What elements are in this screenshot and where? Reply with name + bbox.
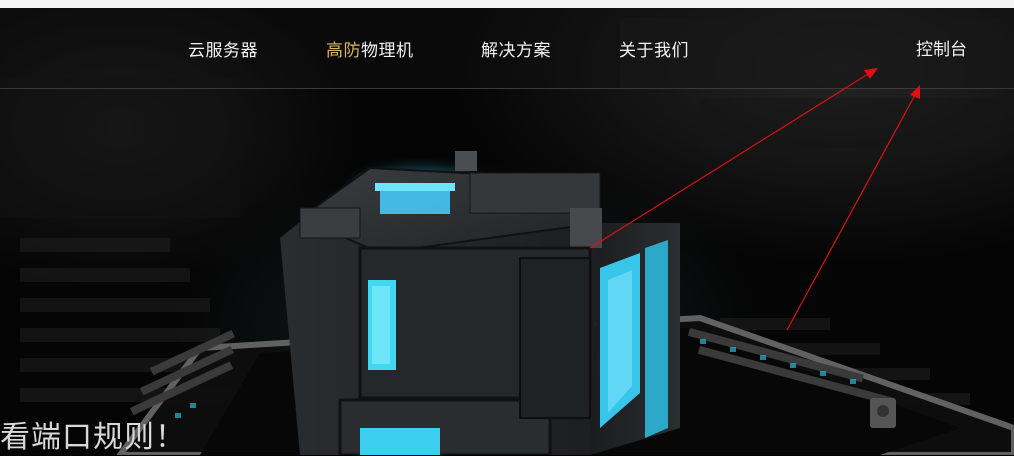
annotation-arrow-1 bbox=[589, 68, 878, 249]
annotation-arrow-2 bbox=[786, 85, 920, 331]
annotation-arrows bbox=[589, 68, 920, 331]
